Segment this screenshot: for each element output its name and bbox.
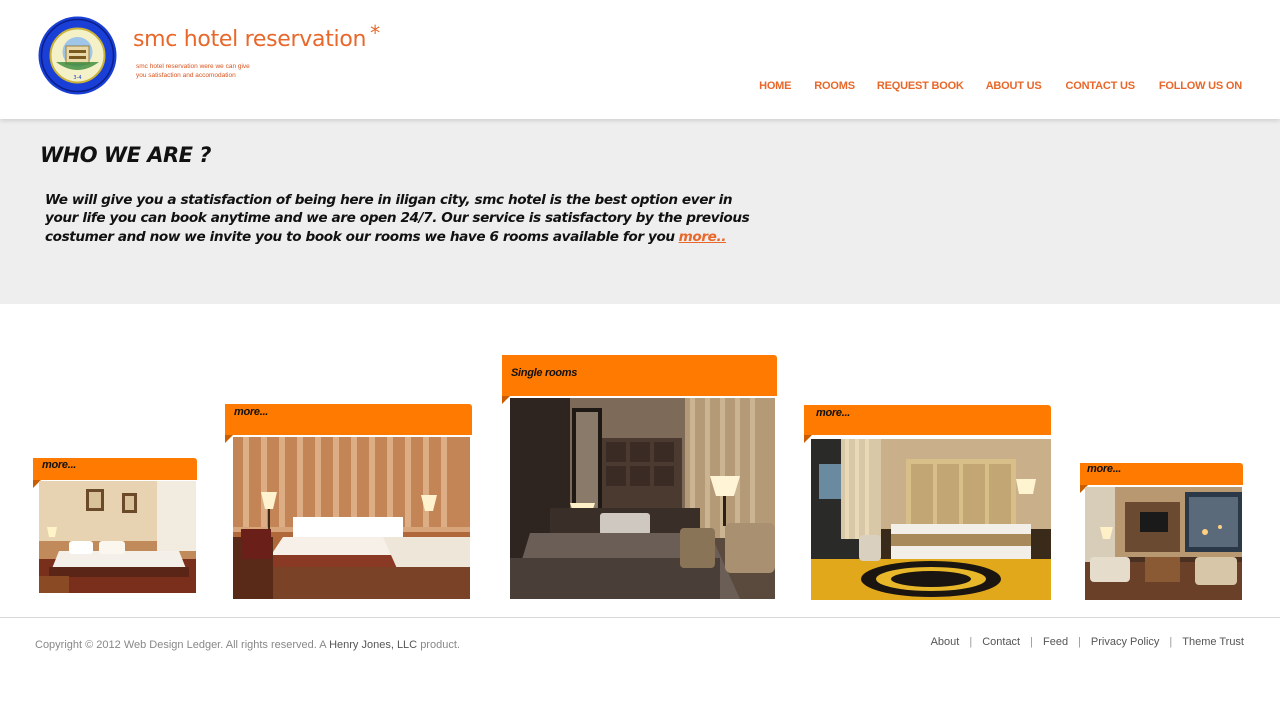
room-card-4[interactable]: more...: [804, 405, 1052, 601]
nav-home[interactable]: HOME: [759, 80, 791, 92]
site-title-text: smc hotel reservation: [133, 27, 367, 52]
room-card-label[interactable]: more...: [42, 459, 76, 471]
nav-about-us[interactable]: ABOUT US: [986, 80, 1042, 92]
room-card-tab: more...: [33, 458, 197, 488]
about-section: WHO WE ARE ? We will give you a statisfa…: [0, 119, 1280, 304]
footer-link-theme-trust[interactable]: Theme Trust: [1182, 636, 1244, 648]
hotel-room-photo[interactable]: [811, 439, 1051, 600]
footer-link-about[interactable]: About: [931, 636, 960, 648]
room-card-tab: more...: [225, 404, 472, 443]
footer-divider: [0, 617, 1280, 618]
footer-link-feed[interactable]: Feed: [1043, 636, 1068, 648]
company-link[interactable]: Henry Jones, LLC: [329, 639, 417, 651]
room-card-label[interactable]: more...: [234, 406, 268, 418]
room-card-label[interactable]: more...: [816, 407, 850, 419]
room-card-tab: more...: [1080, 463, 1243, 493]
college-seal-icon[interactable]: 3-4: [38, 16, 117, 95]
hotel-room-photo[interactable]: [510, 398, 775, 599]
hotel-room-photo[interactable]: [1085, 487, 1242, 600]
about-text: We will give you a statisfaction of bein…: [45, 192, 750, 245]
site-header: 3-4 smc hotel reservation * smc hotel res…: [0, 0, 1280, 119]
footer-link-privacy-policy[interactable]: Privacy Policy: [1091, 636, 1159, 648]
site-title[interactable]: smc hotel reservation *: [133, 21, 380, 52]
room-card-2[interactable]: more...: [225, 404, 473, 600]
about-heading: WHO WE ARE ?: [40, 143, 211, 167]
copyright-suffix: product.: [420, 639, 460, 651]
about-body: We will give you a statisfaction of bein…: [45, 191, 765, 246]
footer-separator: |: [1030, 636, 1033, 648]
about-more-link[interactable]: more..: [679, 229, 727, 245]
nav-rooms[interactable]: ROOMS: [814, 80, 855, 92]
room-card-label[interactable]: more...: [1087, 463, 1121, 475]
room-card-3[interactable]: Single rooms: [502, 355, 778, 600]
room-card-5[interactable]: more...: [1080, 463, 1244, 601]
site-tagline: smc hotel reservation were we can give y…: [136, 62, 276, 80]
room-card-label[interactable]: Single rooms: [511, 367, 577, 379]
footer-separator: |: [969, 636, 973, 648]
footer-link-contact[interactable]: Contact: [982, 636, 1020, 648]
room-card-tab: more...: [804, 405, 1051, 443]
nav-follow-us[interactable]: FOLLOW US ON: [1159, 80, 1242, 92]
copyright-text: Copyright © 2012 Web Design Ledger. All …: [35, 639, 460, 651]
room-card-tab: Single rooms: [502, 355, 777, 404]
title-star: *: [370, 21, 380, 45]
hotel-room-photo[interactable]: [39, 481, 196, 593]
footer-separator: |: [1078, 636, 1081, 648]
tagline-line-1: smc hotel reservation were we can give: [136, 63, 250, 70]
footer-links: About | Contact | Feed | Privacy Policy …: [931, 636, 1244, 648]
footer-separator: |: [1169, 636, 1173, 648]
tagline-line-2: you satisfaction and accomodation: [136, 72, 236, 79]
nav-contact-us[interactable]: CONTACT US: [1066, 80, 1135, 92]
svg-text:3-4: 3-4: [73, 75, 81, 81]
hotel-room-photo[interactable]: [233, 437, 470, 599]
copyright-prefix: Copyright © 2012 Web Design Ledger. All …: [35, 639, 327, 651]
main-nav: HOME ROOMS REQUEST BOOK ABOUT US CONTACT…: [759, 80, 1242, 92]
nav-request-book[interactable]: REQUEST BOOK: [877, 80, 964, 92]
room-card-1[interactable]: more...: [33, 458, 198, 595]
